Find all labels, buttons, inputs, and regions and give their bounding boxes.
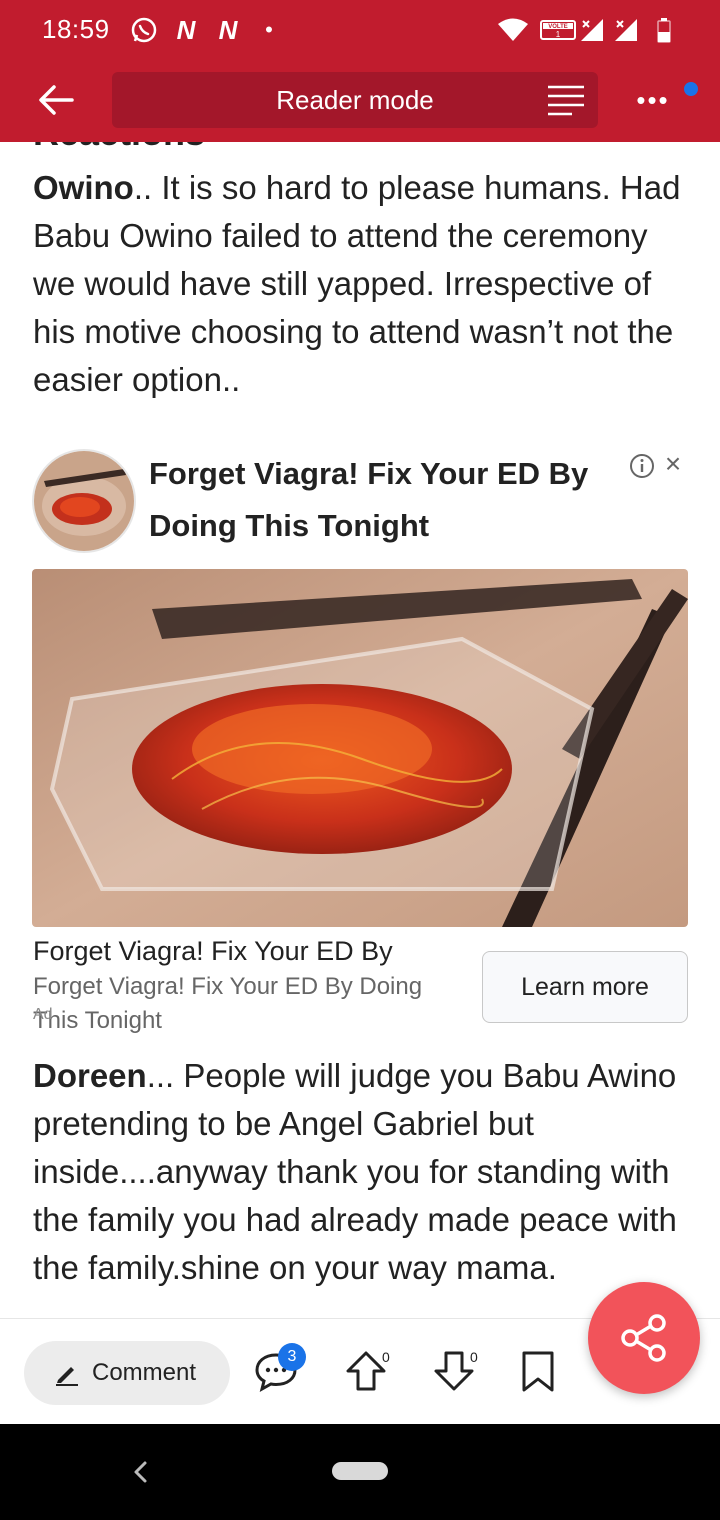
- svg-text:1: 1: [556, 30, 561, 39]
- more-options-button[interactable]: •••: [628, 84, 678, 116]
- ad-label-badge: Ad: [33, 1006, 53, 1023]
- back-button[interactable]: [30, 78, 82, 122]
- ad-close-button[interactable]: ×: [660, 450, 686, 478]
- saffron-thumbnail-image: [34, 451, 134, 551]
- news-n-icon: N: [176, 14, 196, 45]
- volte-icon: VOLTE 1: [540, 14, 576, 46]
- share-icon: [621, 1314, 666, 1362]
- upvote-count: 0: [382, 1349, 390, 1365]
- status-time: 18:59: [42, 14, 110, 44]
- commenter-name: Doreen: [33, 1057, 147, 1094]
- dot-icon: •: [265, 17, 273, 42]
- comment-paragraph-doreen: Doreen... People will judge you Babu Awi…: [33, 1052, 693, 1292]
- news-n-icon: N: [218, 14, 238, 45]
- commenter-name: Owino: [33, 169, 134, 206]
- ad-thumbnail[interactable]: [32, 449, 136, 553]
- comment-count-badge: 3: [278, 1343, 306, 1371]
- comment-button[interactable]: Comment: [24, 1341, 230, 1405]
- reader-mode-bar[interactable]: Reader mode: [112, 72, 598, 128]
- text-lines-icon[interactable]: [546, 82, 586, 118]
- info-circle-icon[interactable]: [628, 452, 656, 480]
- nav-home-pill[interactable]: [332, 1462, 388, 1480]
- app-bar: Reader mode •••: [0, 64, 720, 142]
- article-content: Reactions Owino.. It is so hard to pleas…: [0, 142, 720, 1318]
- battery-icon: [654, 14, 674, 46]
- status-bar: 18:59 N N • VOLTE 1: [0, 0, 720, 64]
- arrow-left-icon: [39, 85, 74, 115]
- signal-icon: [578, 14, 608, 46]
- ad-image[interactable]: [32, 569, 688, 927]
- whatsapp-icon: [128, 14, 160, 46]
- wifi-icon: [496, 14, 530, 46]
- reader-mode-title: Reader mode: [276, 85, 434, 115]
- signal-icon: [612, 14, 642, 46]
- comment-paragraph-owino: Owino.. It is so hard to please humans. …: [33, 164, 693, 404]
- bookmark-icon[interactable]: [514, 1347, 562, 1395]
- downvote-count: 0: [470, 1349, 478, 1365]
- system-nav-bar: [0, 1424, 720, 1520]
- section-heading-cut: Reactions: [33, 142, 205, 154]
- pencil-icon: [56, 1367, 78, 1386]
- ad-title[interactable]: Forget Viagra! Fix Your ED By Doing This…: [149, 448, 619, 552]
- share-button[interactable]: [588, 1282, 700, 1394]
- learn-more-button[interactable]: Learn more: [482, 951, 688, 1023]
- ad-description: Forget Viagra! Fix Your ED By Doing This…: [33, 973, 423, 1034]
- ad-headline[interactable]: Forget Viagra! Fix Your ED By: [33, 932, 473, 970]
- notification-dot: [684, 82, 698, 96]
- nav-back-icon[interactable]: [126, 1454, 154, 1490]
- saffron-in-box-image: [32, 569, 688, 927]
- comment-label: Comment: [92, 1359, 197, 1386]
